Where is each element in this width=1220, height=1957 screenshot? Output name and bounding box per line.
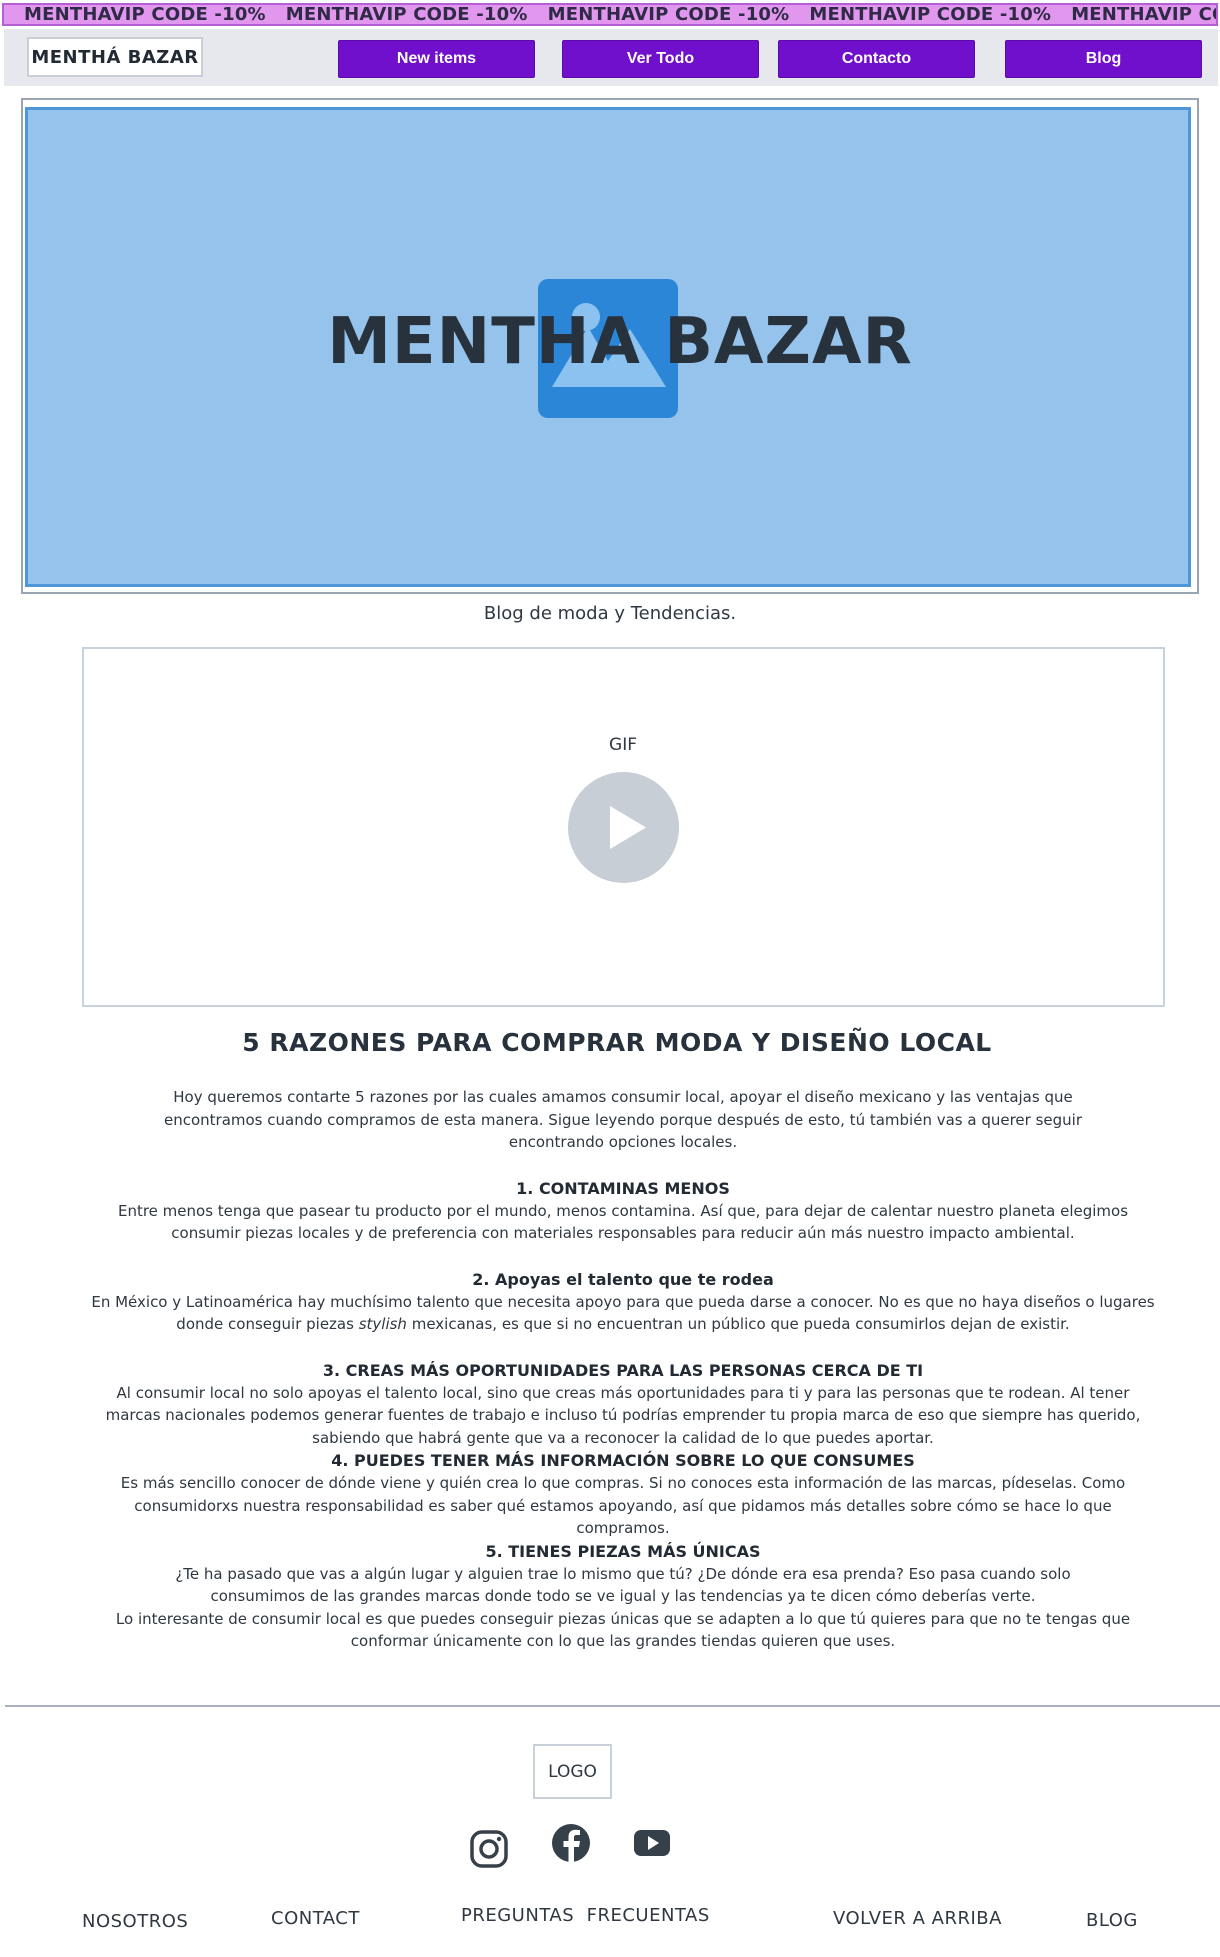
article-intro: Hoy queremos contarte 5 razones por las … [163, 1088, 1082, 1151]
footer-divider [5, 1705, 1220, 1707]
section-body: En México y Latinoamérica hay muchísimo … [91, 1292, 1155, 1334]
nav-button-blog[interactable]: Blog [1005, 40, 1202, 78]
promo-text: MENTHAVIP CODE -10% [24, 4, 266, 25]
brand-logo[interactable]: MENTHÁ BAZAR [27, 37, 203, 77]
promo-banner: MENTHAVIP CODE -10% MENTHAVIP CODE -10% … [2, 3, 1218, 26]
hero-title: MENTHA BAZAR [327, 305, 913, 379]
section-heading: 4. PUEDES TENER MÁS INFORMACIÓN SOBRE LO… [331, 1451, 915, 1470]
section-body: Lo interesante de consumir local es que … [115, 1609, 1131, 1651]
promo-text: MENTHAVIP CODE -10% [1071, 4, 1216, 25]
page-subtitle: Blog de moda y Tendencias. [483, 603, 737, 624]
nav-button-new-items[interactable]: New items [338, 40, 535, 78]
footer-link-faq[interactable]: PREGUNTAS FRECUENTAS [461, 1905, 710, 1926]
nav-button-contacto[interactable]: Contacto [778, 40, 975, 78]
footer-logo[interactable]: LOGO [533, 1744, 612, 1799]
footer-link-contact[interactable]: CONTACT [271, 1908, 360, 1929]
section-heading: 2. Apoyas el talento que te rodea [472, 1269, 774, 1289]
section-heading: 5. TIENES PIEZAS MÁS ÚNICAS [485, 1541, 761, 1561]
section-body: Entre menos tenga que pasear tu producto… [117, 1201, 1129, 1243]
article-title: 5 RAZONES PARA COMPRAR MODA Y DISEÑO LOC… [242, 1028, 992, 1057]
promo-text: MENTHAVIP CODE -10% [809, 4, 1052, 25]
gif-label: GIF [609, 735, 637, 755]
section-body: ¿Te ha pasado que vas a algún lugar y al… [175, 1564, 1071, 1606]
promo-text: MENTHAVIP CODE -10% [285, 4, 528, 25]
play-icon[interactable] [568, 772, 679, 883]
section-heading: 1. CONTAMINAS MENOS [516, 1178, 730, 1198]
promo-text: MENTHAVIP CODE -10% [547, 4, 790, 25]
footer-link-back-to-top[interactable]: VOLVER A ARRIBA [833, 1908, 1002, 1929]
footer-link-blog[interactable]: BLOG [1086, 1910, 1138, 1931]
section-body: Al consumir local no solo apoyas el tale… [105, 1383, 1141, 1447]
section-body: Es más sencillo conocer de dónde viene y… [120, 1474, 1126, 1537]
footer-link-nosotros[interactable]: NOSOTROS [82, 1911, 188, 1932]
article-body: Hoy queremos contarte 5 razones por las … [90, 1086, 1156, 1653]
section-heading: 3. CREAS MÁS OPORTUNIDADES PARA LAS PERS… [322, 1360, 924, 1380]
nav-button-ver-todo[interactable]: Ver Todo [562, 40, 759, 78]
youtube-icon[interactable] [630, 1822, 676, 1866]
facebook-icon[interactable] [550, 1822, 594, 1866]
instagram-icon[interactable] [468, 1828, 512, 1872]
